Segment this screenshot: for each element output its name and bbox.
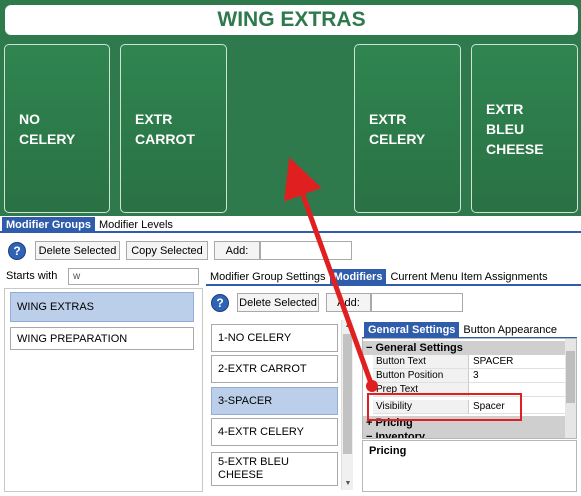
annotation-arrow-icon <box>283 157 378 392</box>
